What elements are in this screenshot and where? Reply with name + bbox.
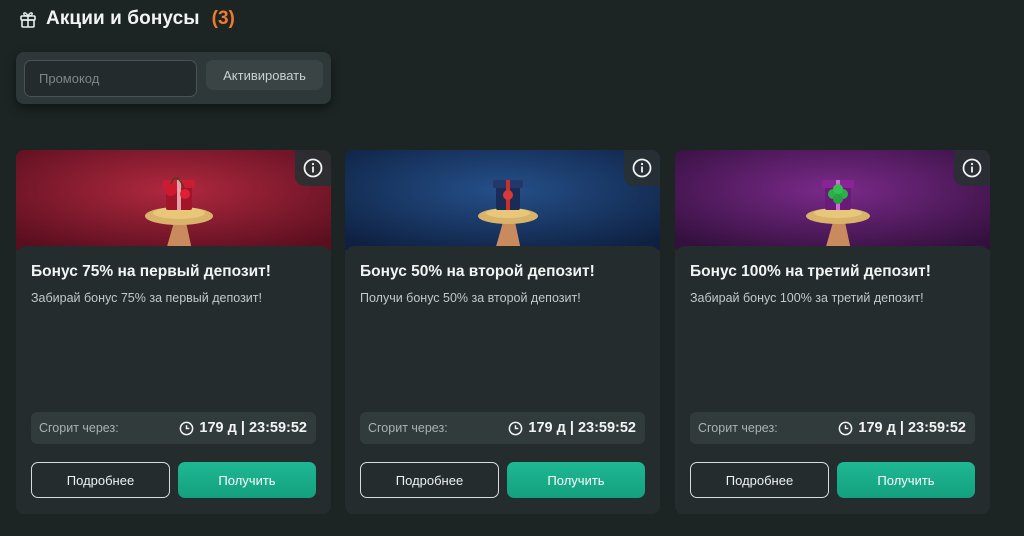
section-header: Акции и бонусы (3) [18,6,235,32]
card-description: Получи бонус 50% за второй депозит! [360,291,581,305]
timer-label: Сгорит через: [368,421,448,435]
info-button[interactable] [624,150,660,186]
card-description: Забирай бонус 75% за первый депозит! [31,291,262,305]
bonus-card-first-deposit: Бонус 75% на первый депозит! Забирай бон… [16,150,331,514]
promo-code-input[interactable] [24,60,197,97]
bonus-banner-image [675,150,990,250]
card-body: Бонус 50% на второй депозит! Получи бону… [345,246,660,514]
clock-icon [508,421,523,436]
card-body: Бонус 100% на третий депозит! Забирай бо… [675,246,990,514]
page-title: Акции и бонусы [46,8,200,29]
clock-icon [179,421,194,436]
info-icon [303,158,323,178]
card-title: Бонус 50% на второй депозит! [360,263,595,280]
details-button[interactable]: Подробнее [690,462,829,498]
card-title: Бонус 100% на третий депозит! [690,263,931,280]
promotions-count: (3) [211,8,235,29]
get-bonus-button[interactable]: Получить [507,462,645,498]
clock-icon [838,421,853,436]
expiry-timer: Сгорит через: 179 д | 23:59:52 [360,412,645,444]
timer-value-group: 179 д | 23:59:52 [508,420,636,436]
gift-icon [18,9,38,29]
timer-value-group: 179 д | 23:59:52 [179,420,307,436]
timer-value: 179 д | 23:59:52 [199,420,307,436]
bonus-card-second-deposit: Бонус 50% на второй депозит! Получи бону… [345,150,660,514]
expiry-timer: Сгорит через: 179 д | 23:59:52 [690,412,975,444]
get-bonus-button[interactable]: Получить [178,462,316,498]
timer-label: Сгорит через: [39,421,119,435]
details-button[interactable]: Подробнее [31,462,170,498]
bonus-banner-image [16,150,331,250]
timer-value-group: 179 д | 23:59:52 [838,420,966,436]
info-button[interactable] [954,150,990,186]
timer-label: Сгорит через: [698,421,778,435]
info-button[interactable] [295,150,331,186]
details-button[interactable]: Подробнее [360,462,499,498]
timer-value: 179 д | 23:59:52 [528,420,636,436]
expiry-timer: Сгорит через: 179 д | 23:59:52 [31,412,316,444]
promo-code-panel: Активировать [16,52,331,104]
card-body: Бонус 75% на первый депозит! Забирай бон… [16,246,331,514]
bonus-card-third-deposit: Бонус 100% на третий депозит! Забирай бо… [675,150,990,514]
info-icon [632,158,652,178]
card-description: Забирай бонус 100% за третий депозит! [690,291,924,305]
activate-button[interactable]: Активировать [206,60,323,90]
bonus-banner-image [345,150,660,250]
info-icon [962,158,982,178]
timer-value: 179 д | 23:59:52 [858,420,966,436]
card-title: Бонус 75% на первый депозит! [31,263,271,280]
get-bonus-button[interactable]: Получить [837,462,975,498]
